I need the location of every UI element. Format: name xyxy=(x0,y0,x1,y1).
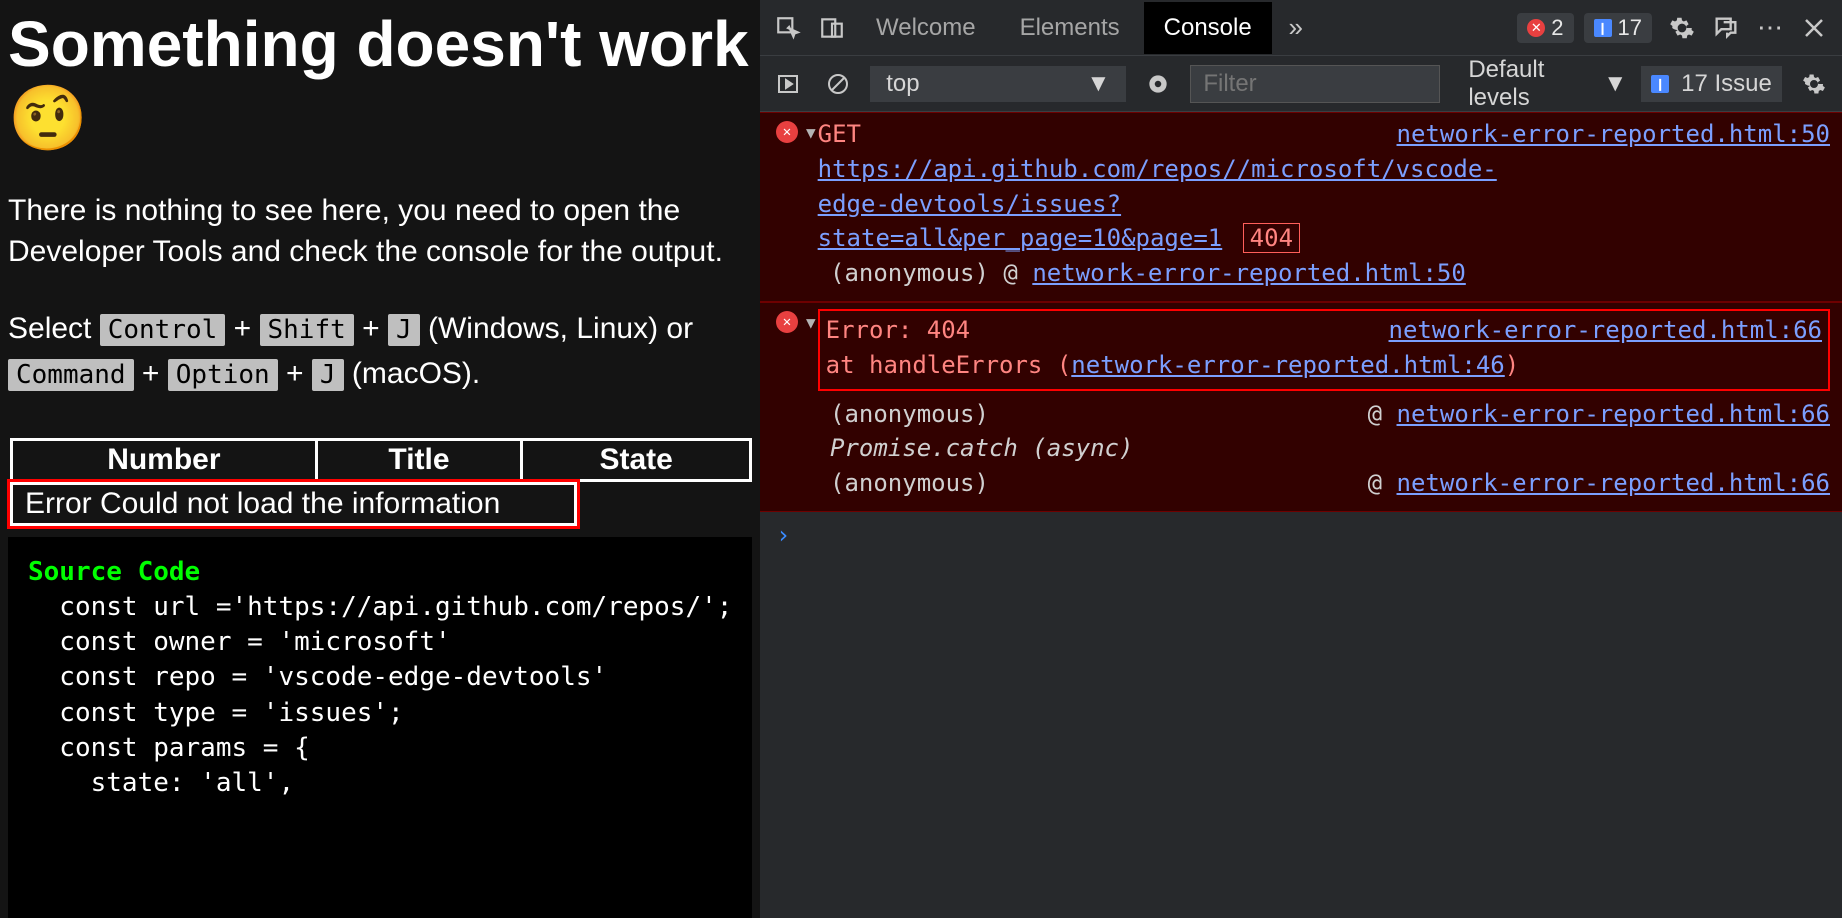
kbd-prefix: Select xyxy=(8,312,100,345)
sidebar-toggle-icon[interactable] xyxy=(770,64,806,104)
stack-fn: (anonymous) xyxy=(830,397,989,432)
error-dot-icon: ✕ xyxy=(1527,19,1545,37)
error-title: Error: 404 xyxy=(826,316,971,344)
error-row: Error Could not load the information xyxy=(10,482,577,526)
http-method: GET xyxy=(818,120,861,148)
live-expression-icon[interactable] xyxy=(1140,64,1176,104)
log-levels-select[interactable]: Default levels ▼ xyxy=(1468,56,1627,112)
page-content: Something doesn't work 🤨 There is nothin… xyxy=(0,0,760,918)
console-error-entry: ✕ ▼ GET https://api.github.com/repos//mi… xyxy=(760,112,1842,302)
kbd-j2: J xyxy=(312,359,344,391)
status-badge: 404 xyxy=(1243,223,1300,253)
console-settings-icon[interactable] xyxy=(1796,64,1832,104)
source-link[interactable]: network-error-reported.html:66 xyxy=(1369,313,1822,348)
issues-table: Number Title State xyxy=(10,438,752,482)
inspect-icon[interactable] xyxy=(768,8,808,48)
col-number: Number xyxy=(12,440,317,481)
trace-pre: at handleErrors ( xyxy=(826,351,1072,379)
table-header-row: Number Title State xyxy=(12,440,751,481)
page-title: Something doesn't work 🤨 xyxy=(8,8,752,155)
chevron-down-icon: ▼ xyxy=(1603,70,1627,98)
settings-icon[interactable] xyxy=(1662,8,1702,48)
error-highlight-box: Error: 404 network-error-reported.html:6… xyxy=(818,309,1830,391)
stack-fn: (anonymous) xyxy=(830,466,989,501)
kebab-icon[interactable]: ⋯ xyxy=(1750,8,1790,48)
stack-source-link[interactable]: network-error-reported.html:66 xyxy=(1397,397,1830,432)
error-count: 2 xyxy=(1551,15,1563,41)
error-icon: ✕ xyxy=(776,311,798,333)
more-tabs-icon[interactable]: » xyxy=(1276,8,1316,48)
code-title: Source Code xyxy=(28,557,200,587)
context-label: top xyxy=(886,70,919,98)
stack-fn: (anonymous) xyxy=(830,256,989,291)
kbd-command: Command xyxy=(8,359,134,391)
feedback-icon[interactable] xyxy=(1706,8,1746,48)
console-prompt[interactable]: › xyxy=(760,512,1842,559)
chevron-down-icon: ▼ xyxy=(1086,70,1110,98)
device-toggle-icon[interactable] xyxy=(812,8,852,48)
col-title: Title xyxy=(316,440,522,481)
source-code-block: Source Code const url ='https://api.gith… xyxy=(8,537,752,918)
async-boundary: Promise.catch (async) xyxy=(776,431,1830,466)
clear-console-icon[interactable] xyxy=(820,64,856,104)
trace-post: ) xyxy=(1505,351,1519,379)
kbd-j: J xyxy=(388,314,420,346)
tab-welcome[interactable]: Welcome xyxy=(856,2,996,54)
disclosure-triangle[interactable]: ▼ xyxy=(806,311,816,334)
issue-icon: ❙ xyxy=(1594,19,1612,37)
error-count-pill[interactable]: ✕ 2 xyxy=(1517,13,1573,43)
prompt-chevron-icon: › xyxy=(776,518,790,553)
issue-count-pill[interactable]: ❙ 17 xyxy=(1584,13,1652,43)
console-output: ✕ ▼ GET https://api.github.com/repos//mi… xyxy=(760,112,1842,918)
devtools-tabbar: Welcome Elements Console » ✕ 2 ❙ 17 ⋯ xyxy=(760,0,1842,56)
issues-button[interactable]: ❙ 17 Issue xyxy=(1641,66,1782,102)
source-link[interactable]: network-error-reported.html:50 xyxy=(1377,117,1830,152)
console-toolbar: top ▼ Default levels ▼ ❙ 17 Issue xyxy=(760,56,1842,112)
tab-elements[interactable]: Elements xyxy=(1000,2,1140,54)
request-url[interactable]: https://api.github.com/repos//microsoft/… xyxy=(818,155,1497,253)
kbd-control: Control xyxy=(100,314,226,346)
issues-label: 17 Issue xyxy=(1681,70,1772,98)
error-icon: ✕ xyxy=(776,121,798,143)
console-error-entry: ✕ ▼ Error: 404 network-error-reported.ht… xyxy=(760,302,1842,512)
devtools-panel: Welcome Elements Console » ✕ 2 ❙ 17 ⋯ xyxy=(760,0,1842,918)
keyboard-hint: Select Control + Shift + J (Windows, Lin… xyxy=(8,306,752,396)
stack-frame: (anonymous) @ network-error-reported.htm… xyxy=(776,466,1830,501)
kbd-win-suffix: (Windows, Linux) or xyxy=(428,312,693,345)
levels-label: Default levels xyxy=(1468,56,1595,112)
trace-link[interactable]: network-error-reported.html:46 xyxy=(1071,351,1504,379)
issue-count: 17 xyxy=(1618,15,1642,41)
filter-input[interactable] xyxy=(1190,65,1440,103)
disclosure-triangle[interactable]: ▼ xyxy=(806,121,816,144)
col-state: State xyxy=(522,440,751,481)
close-icon[interactable] xyxy=(1794,8,1834,48)
stack-source-link[interactable]: network-error-reported.html:50 xyxy=(1032,256,1465,291)
tab-console[interactable]: Console xyxy=(1144,2,1272,54)
kbd-option: Option xyxy=(168,359,278,391)
kbd-shift: Shift xyxy=(260,314,354,346)
intro-text: There is nothing to see here, you need t… xyxy=(8,191,752,272)
context-select[interactable]: top ▼ xyxy=(870,66,1126,102)
code-body: const url ='https://api.github.com/repos… xyxy=(28,592,732,797)
stack-source-link[interactable]: network-error-reported.html:66 xyxy=(1397,466,1830,501)
issue-icon: ❙ xyxy=(1651,75,1669,93)
stack-frame: (anonymous) @ network-error-reported.htm… xyxy=(776,397,1830,432)
error-row-highlight: Error Could not load the information xyxy=(7,479,580,529)
stack-frame: (anonymous) @ network-error-reported.htm… xyxy=(776,256,1830,291)
kbd-mac-suffix: (macOS). xyxy=(352,357,480,390)
